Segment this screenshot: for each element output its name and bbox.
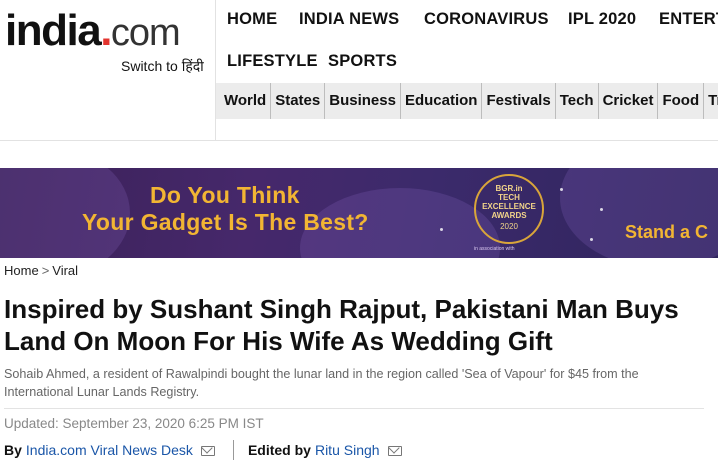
sparkle-icon (600, 208, 603, 211)
badge-line3: AWARDS (491, 211, 527, 220)
badge-brand: BGR.in (495, 184, 523, 193)
breadcrumb: Home > Viral (4, 263, 78, 278)
subnav-world[interactable]: World (216, 83, 272, 119)
breadcrumb-separator: > (41, 263, 50, 278)
site-logo[interactable]: india.com (5, 6, 181, 58)
subnav-education[interactable]: Education (401, 83, 483, 119)
summary-divider (4, 408, 704, 409)
nav-lifestyle[interactable]: LIFESTYLE (227, 52, 318, 71)
logo-area: india.com Switch to हिंदी (0, 0, 216, 140)
mail-icon[interactable] (200, 446, 215, 456)
sub-nav: World States Business Education Festivals Tec… (216, 83, 718, 119)
sparkle-icon (560, 188, 563, 191)
edited-by-label: Edited by (247, 442, 311, 458)
banner-cta: Stand a C (625, 222, 709, 242)
language-switch-link[interactable]: Switch to हिंदी (121, 57, 204, 76)
article-summary: Sohaib Ahmed, a resident of Rawalpindi b… (4, 367, 639, 399)
nav-home[interactable]: HOME (227, 10, 277, 29)
banner-headline: Do You Think (150, 182, 300, 208)
by-label: By (4, 442, 22, 458)
breadcrumb-home[interactable]: Home (4, 263, 39, 278)
badge-line2: EXCELLENCE (482, 202, 536, 211)
badge-year: 2020 (500, 222, 518, 231)
byline: By India.com Viral News Desk Edited by R… (4, 440, 402, 460)
mail-icon[interactable] (387, 446, 402, 456)
subnav-business[interactable]: Business (325, 83, 401, 119)
ad-banner[interactable]: Do You Think Your Gadget Is The Best? BG… (0, 168, 718, 258)
header-divider (0, 140, 718, 141)
byline-divider (232, 440, 234, 460)
author-link[interactable]: India.com Viral News Desk (26, 442, 193, 458)
updated-timestamp: Updated: September 23, 2020 6:25 PM IST (4, 416, 264, 431)
site-header: india.com Switch to हिंदी HOME INDIA NEW… (0, 0, 718, 140)
nav-india-news[interactable]: INDIA NEWS (299, 10, 399, 29)
subnav-travel[interactable]: Tra (704, 83, 718, 119)
banner-glow (560, 168, 718, 258)
badge-line1: TECH (498, 193, 520, 202)
nav-coronavirus[interactable]: CORONAVIRUS (424, 10, 549, 29)
article-title: Inspired by Sushant Singh Rajput, Pakist… (4, 294, 679, 356)
sparkle-icon (590, 238, 593, 241)
award-badge: BGR.in TECH EXCELLENCE AWARDS 2020 (474, 174, 544, 244)
subnav-food[interactable]: Food (658, 83, 705, 119)
subnav-tech[interactable]: Tech (556, 83, 599, 119)
subnav-cricket[interactable]: Cricket (599, 83, 659, 119)
subnav-states[interactable]: States (271, 83, 326, 119)
nav-sports[interactable]: SPORTS (328, 52, 397, 71)
subnav-festivals[interactable]: Festivals (482, 83, 556, 119)
sparkle-icon (440, 228, 443, 231)
banner-association: in association with (474, 246, 515, 252)
editor-link[interactable]: Ritu Singh (315, 442, 380, 458)
breadcrumb-viral[interactable]: Viral (52, 263, 78, 278)
nav-entertainment[interactable]: ENTERT (659, 10, 718, 29)
nav-ipl-2020[interactable]: IPL 2020 (568, 10, 636, 29)
main-nav: HOME INDIA NEWS CORONAVIRUS IPL 2020 ENT… (216, 0, 718, 82)
banner-subheadline: Your Gadget Is The Best? (82, 209, 369, 235)
